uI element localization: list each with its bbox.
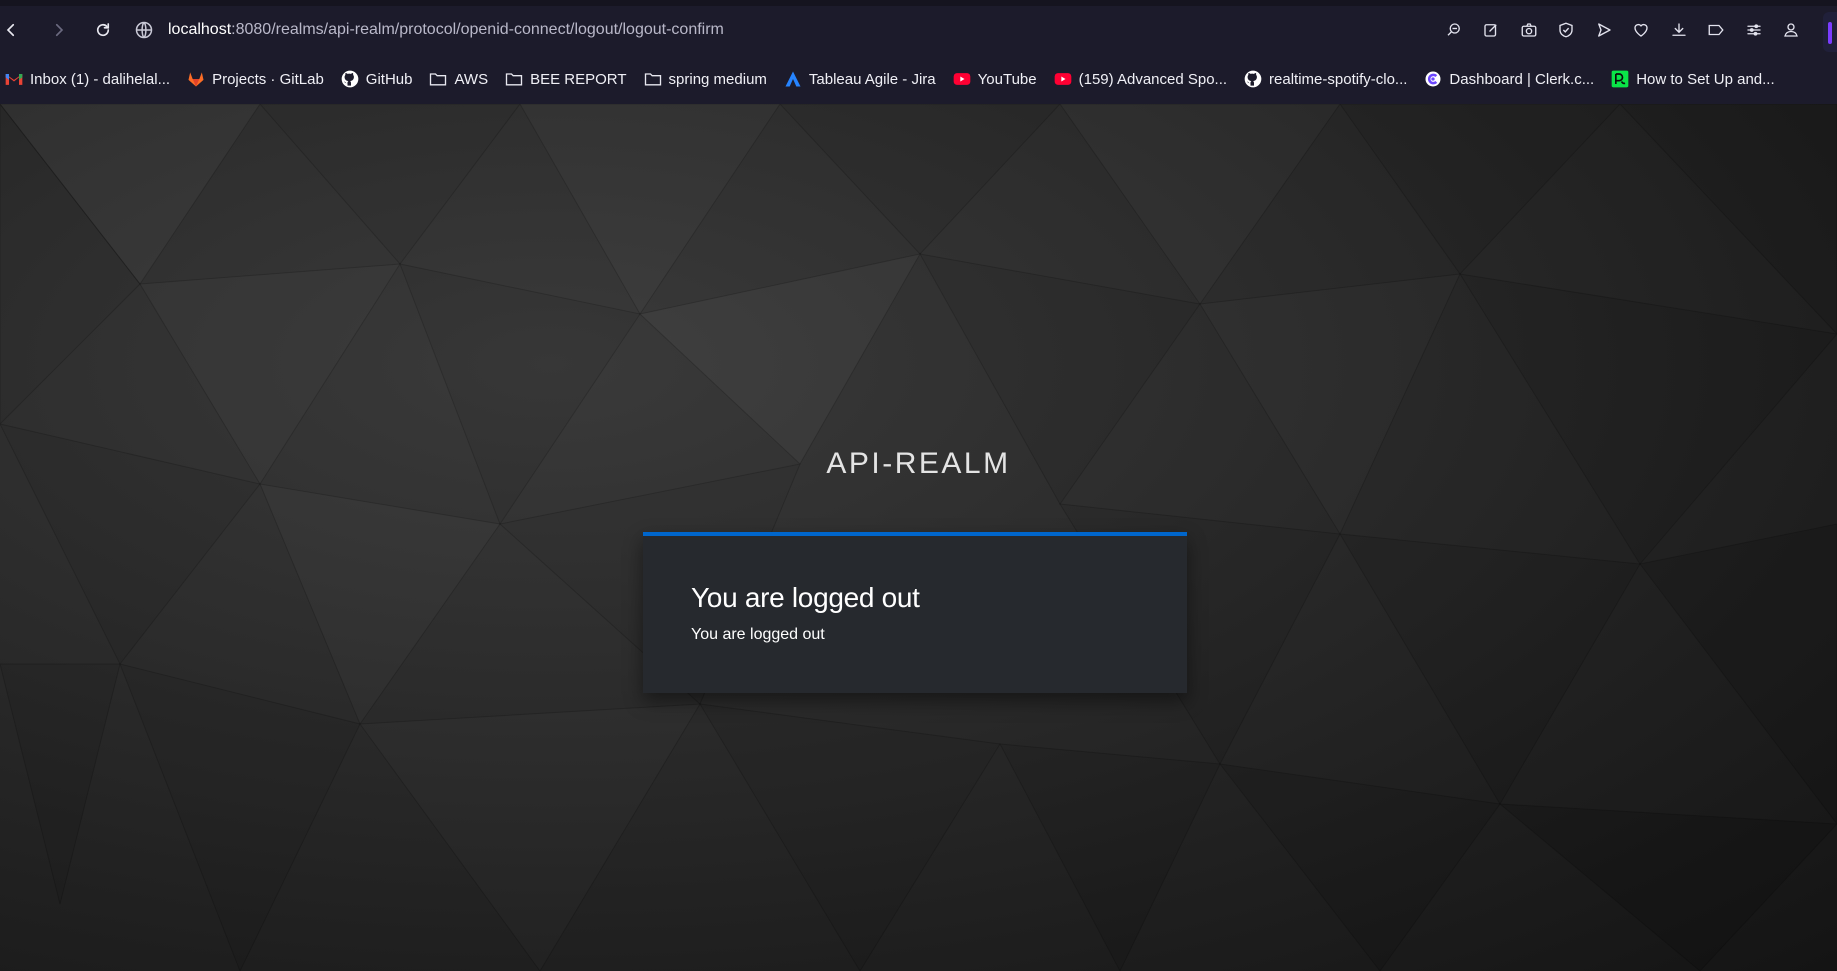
folder-icon: [428, 69, 448, 89]
bookmark-item[interactable]: Inbox (1) - dalihelal...: [4, 64, 178, 94]
bookmark-item[interactable]: spring medium: [643, 64, 775, 94]
search-tabs-icon[interactable]: [1435, 11, 1473, 49]
address-bar[interactable]: localhost:8080/realms/api-realm/protocol…: [134, 10, 1435, 50]
browser-chrome: localhost:8080/realms/api-realm/protocol…: [0, 0, 1837, 104]
bookmark-label: Inbox (1) - dalihelal...: [30, 70, 171, 88]
folder-icon: [504, 69, 524, 89]
gitlab-icon: [186, 69, 206, 89]
forward-button[interactable]: [40, 11, 78, 49]
toolbar-icons: [1435, 11, 1810, 49]
github-icon: [1243, 69, 1263, 89]
bookmark-label: Dashboard | Clerk.c...: [1449, 70, 1595, 88]
bookmark-item[interactable]: GitHub: [340, 64, 421, 94]
bookmark-item[interactable]: Projects · GitLab: [186, 64, 332, 94]
url-path: :8080/realms/api-realm/protocol/openid-c…: [231, 21, 724, 38]
forward-icon: [55, 23, 64, 37]
jira-icon: [783, 69, 803, 89]
logout-message: You are logged out: [691, 626, 825, 643]
page-heading: You are logged out: [691, 582, 920, 613]
bookmark-label: AWS: [454, 70, 489, 88]
bookmark-label: BEE REPORT: [530, 70, 627, 88]
url-host: localhost: [168, 21, 232, 38]
clerk-icon: [1423, 69, 1443, 89]
bookmark-label: How to Set Up and...: [1636, 70, 1775, 88]
login-page-background: API-REALM You are logged out You are log…: [0, 104, 1837, 971]
bookmarks-bar: Inbox (1) - dalihelal... Projects · GitL…: [0, 58, 1837, 100]
download-icon[interactable]: [1660, 11, 1698, 49]
bookmark-item[interactable]: realtime-spotify-clo...: [1243, 64, 1415, 94]
bookmark-label: spring medium: [668, 70, 767, 88]
youtube-icon: [952, 69, 972, 89]
edit-icon[interactable]: [1473, 11, 1511, 49]
back-icon: [6, 23, 15, 37]
bookmark-item[interactable]: (159) Advanced Spo...: [1053, 64, 1235, 94]
profile-icon[interactable]: [1773, 11, 1811, 49]
reload-icon: [96, 23, 110, 37]
bookmark-item[interactable]: Tableau Agile - Jira: [783, 64, 944, 94]
bookmark-item[interactable]: AWS: [428, 64, 496, 94]
heart-icon[interactable]: [1623, 11, 1661, 49]
realm-title: API-REALM: [826, 447, 1011, 480]
tag-icon[interactable]: [1698, 11, 1736, 49]
bookmark-label: Tableau Agile - Jira: [808, 70, 936, 88]
reload-button[interactable]: [84, 11, 122, 49]
browser-toolbar: localhost:8080/realms/api-realm/protocol…: [0, 6, 1820, 54]
sidebar-toggle[interactable]: [1823, 12, 1837, 52]
bookmark-label: GitHub: [365, 70, 413, 88]
youtube-icon: [1053, 69, 1073, 89]
bookmark-item[interactable]: How to Set Up and...: [1610, 64, 1782, 94]
gmail-icon: [4, 69, 24, 89]
camera-icon[interactable]: [1510, 11, 1548, 49]
logout-card: You are logged out You are logged out: [643, 532, 1187, 693]
send-icon[interactable]: [1585, 11, 1623, 49]
globe-icon: [135, 21, 153, 39]
back-button[interactable]: [0, 11, 22, 49]
bookmark-item[interactable]: Dashboard | Clerk.c...: [1423, 64, 1602, 94]
bookmark-item[interactable]: BEE REPORT: [504, 64, 634, 94]
bookmark-label: (159) Advanced Spo...: [1078, 70, 1228, 88]
bookmark-label: Projects · GitLab: [212, 70, 324, 88]
bookmark-item[interactable]: YouTube: [952, 64, 1045, 94]
bookmark-label: YouTube: [977, 70, 1037, 88]
dc-icon: [1610, 69, 1630, 89]
bookmark-label: realtime-spotify-clo...: [1269, 70, 1408, 88]
github-icon: [340, 69, 360, 89]
settings-sliders-icon[interactable]: [1735, 11, 1773, 49]
shield-icon[interactable]: [1548, 11, 1586, 49]
folder-icon: [643, 69, 663, 89]
